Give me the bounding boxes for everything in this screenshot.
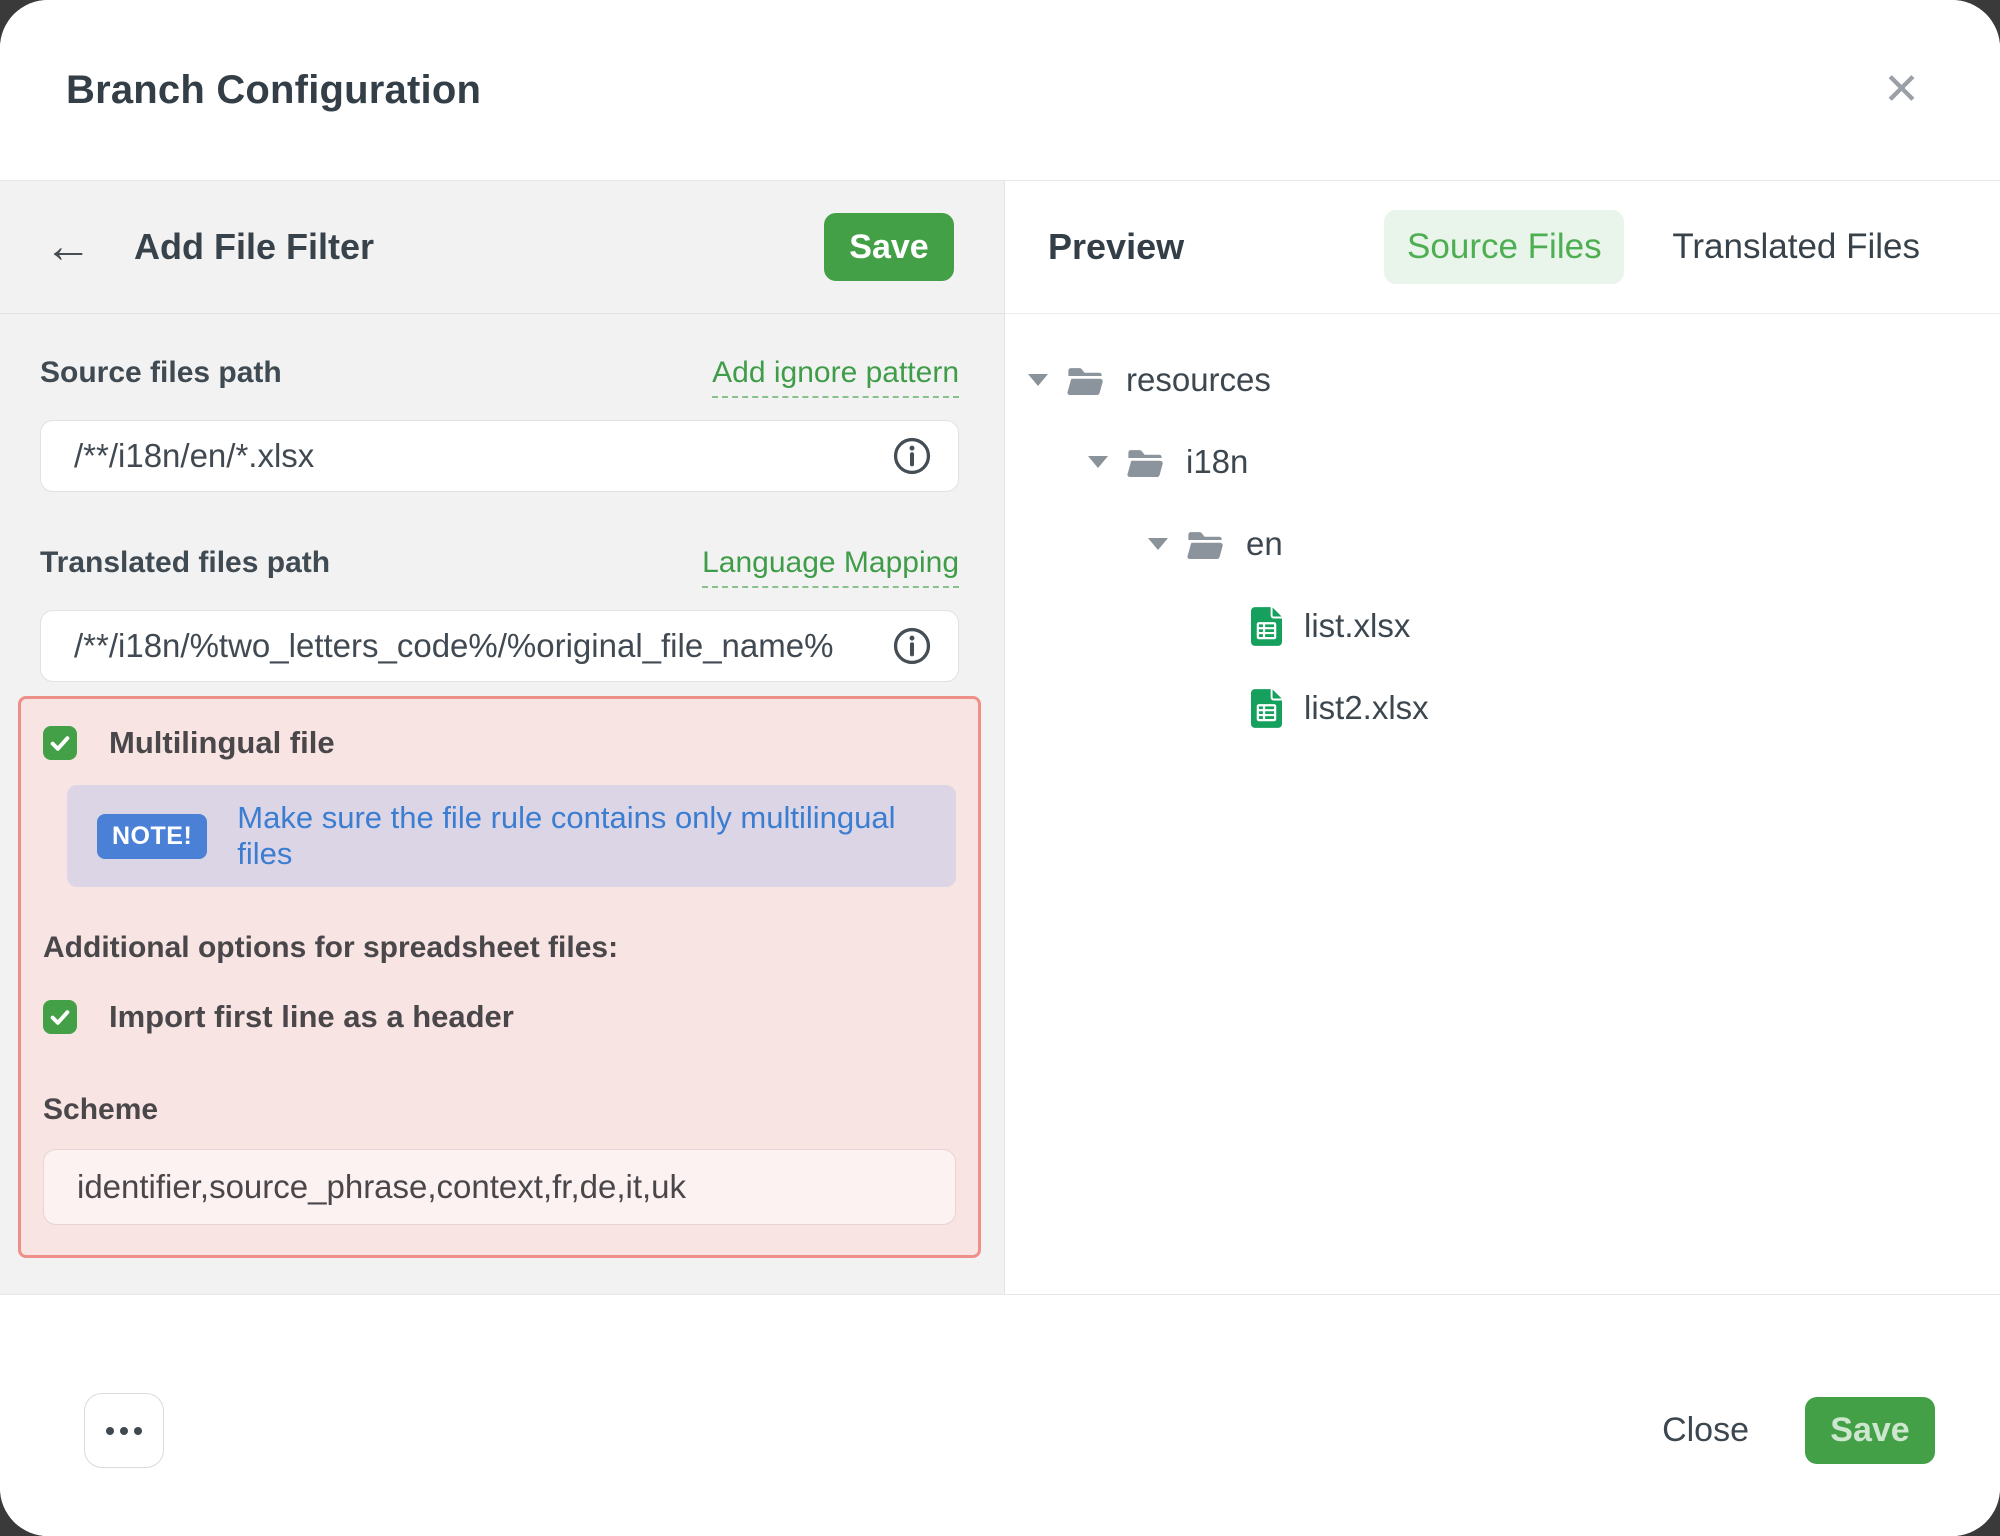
folder-icon	[1066, 364, 1104, 396]
import-first-line-checkbox[interactable]	[43, 1000, 77, 1034]
tree-item-label: resources	[1126, 361, 1271, 399]
import-first-line-label: Import first line as a header	[109, 999, 514, 1035]
scheme-input[interactable]	[43, 1149, 956, 1225]
scheme-label: Scheme	[43, 1093, 956, 1127]
preview-tabs: Source Files Translated Files	[1384, 210, 1920, 284]
tree-item-resources[interactable]: resources	[1005, 339, 2000, 421]
tree-item-label: list.xlsx	[1304, 607, 1410, 645]
save-filter-button[interactable]: Save	[824, 213, 954, 281]
page-title: Branch Configuration	[66, 68, 481, 113]
add-ignore-pattern-link[interactable]: Add ignore pattern	[712, 356, 959, 398]
spreadsheet-options-heading: Additional options for spreadsheet files…	[43, 931, 956, 965]
folder-icon	[1126, 446, 1164, 478]
filter-panel-heading: Add File Filter	[134, 226, 374, 268]
preview-heading: Preview	[1048, 226, 1184, 268]
caret-down-icon[interactable]	[1088, 456, 1108, 468]
multilingual-note: NOTE! Make sure the file rule contains o…	[67, 785, 956, 887]
caret-down-icon[interactable]	[1148, 538, 1168, 550]
multilingual-checkbox-label: Multilingual file	[109, 725, 335, 761]
file-filter-panel: ← Add File Filter Save Source files path…	[0, 181, 1005, 1294]
preview-panel-header: Preview Source Files Translated Files	[1005, 181, 2000, 314]
tab-translated-files[interactable]: Translated Files	[1672, 227, 1920, 267]
back-arrow-icon[interactable]: ←	[44, 223, 92, 271]
dialog-titlebar: Branch Configuration ✕	[0, 0, 2000, 181]
translated-path-label: Translated files path	[40, 546, 330, 580]
source-path-input[interactable]	[40, 420, 959, 492]
save-button[interactable]: Save	[1805, 1397, 1935, 1464]
source-path-label: Source files path	[40, 356, 282, 390]
translated-path-input[interactable]	[40, 610, 959, 682]
caret-down-icon[interactable]	[1028, 374, 1048, 386]
multilingual-checkbox[interactable]	[43, 726, 77, 760]
tree-item-list-xlsx[interactable]: list.xlsx	[1005, 585, 2000, 667]
file-tree: resources i18n en	[1005, 314, 2000, 749]
tree-item-en[interactable]: en	[1005, 503, 2000, 585]
tree-item-i18n[interactable]: i18n	[1005, 421, 2000, 503]
tab-source-files[interactable]: Source Files	[1384, 210, 1624, 284]
tree-item-label: en	[1246, 525, 1283, 563]
close-button[interactable]: Close	[1662, 1411, 1749, 1450]
tree-item-list2-xlsx[interactable]: list2.xlsx	[1005, 667, 2000, 749]
tree-item-label: i18n	[1186, 443, 1248, 481]
multilingual-options-section: Multilingual file NOTE! Make sure the fi…	[18, 696, 981, 1258]
file-filter-form: Source files path Add ignore pattern Tra…	[0, 314, 1004, 1258]
note-badge: NOTE!	[97, 814, 207, 859]
file-spreadsheet-icon	[1251, 689, 1282, 728]
ellipsis-icon	[106, 1427, 114, 1435]
file-spreadsheet-icon	[1251, 607, 1282, 646]
dialog-footer: Close Save	[0, 1294, 2000, 1536]
source-path-field	[40, 420, 959, 492]
note-text: Make sure the file rule contains only mu…	[237, 800, 926, 872]
filter-panel-header: ← Add File Filter Save	[0, 181, 1004, 314]
preview-panel: Preview Source Files Translated Files re…	[1005, 181, 2000, 1294]
folder-icon	[1186, 528, 1224, 560]
dialog-body: ← Add File Filter Save Source files path…	[0, 181, 2000, 1294]
branch-configuration-dialog: Branch Configuration ✕ ← Add File Filter…	[0, 0, 2000, 1536]
info-icon[interactable]	[891, 625, 933, 667]
more-options-button[interactable]	[84, 1393, 164, 1468]
language-mapping-link[interactable]: Language Mapping	[702, 546, 959, 588]
info-icon[interactable]	[891, 435, 933, 477]
close-icon[interactable]: ✕	[1883, 68, 1920, 112]
tree-item-label: list2.xlsx	[1304, 689, 1429, 727]
translated-path-field	[40, 610, 959, 682]
